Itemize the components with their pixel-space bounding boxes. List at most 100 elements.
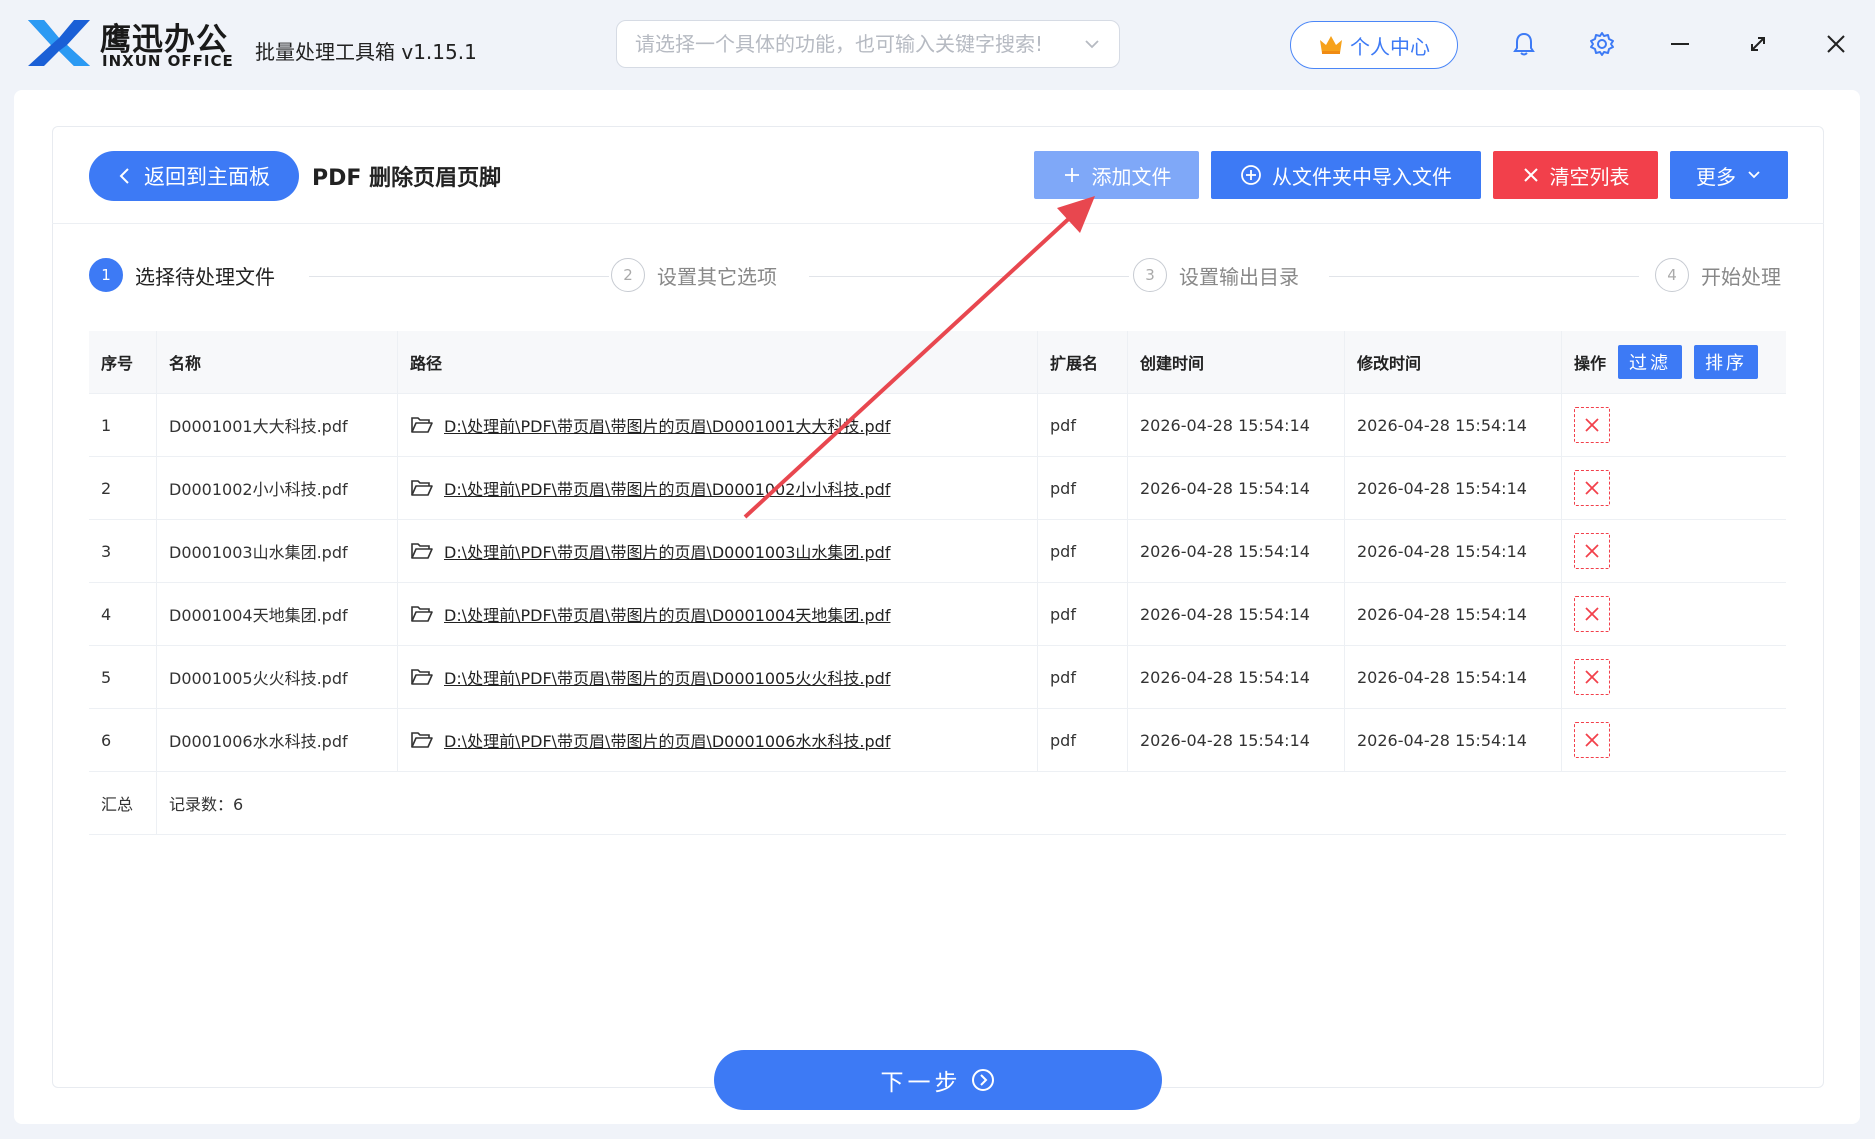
arrow-right-circle-icon: [971, 1069, 994, 1091]
file-path-cell: D:\处理前\PDF\带页眉\带图片的页眉\D0001003山水集团.pdf: [398, 520, 1038, 582]
chevron-down-icon: [1748, 171, 1760, 179]
plus-circle-icon: [1241, 165, 1261, 185]
minimize-icon[interactable]: [1666, 30, 1694, 58]
header-created: 创建时间: [1128, 331, 1345, 393]
step-label: 选择待处理文件: [135, 264, 275, 289]
step-number: 3: [1133, 258, 1167, 292]
delete-row-button[interactable]: [1574, 596, 1610, 632]
brand-subtitle: INXUN OFFICE: [102, 52, 234, 70]
file-ext: pdf: [1038, 520, 1128, 582]
table-row: 6 D0001006水水科技.pdf D:\处理前\PDF\带页眉\带图片的页眉…: [89, 709, 1786, 772]
user-center-label: 个人中心: [1350, 34, 1430, 59]
delete-x-icon: [1585, 670, 1599, 684]
table-row: 1 D0001001大大科技.pdf D:\处理前\PDF\带页眉\带图片的页眉…: [89, 394, 1786, 457]
table-row: 4 D0001004天地集团.pdf D:\处理前\PDF\带页眉\带图片的页眉…: [89, 583, 1786, 646]
file-name: D0001006水水科技.pdf: [157, 709, 398, 771]
modified-time: 2026-04-28 15:54:14: [1345, 394, 1562, 456]
delete-x-icon: [1585, 544, 1599, 558]
clear-list-label: 清空列表: [1549, 164, 1630, 189]
file-path-link[interactable]: D:\处理前\PDF\带页眉\带图片的页眉\D0001001大大科技.pdf: [444, 413, 890, 437]
plus-icon: [1064, 168, 1079, 182]
more-label: 更多: [1696, 164, 1736, 189]
chevron-down-icon[interactable]: [1083, 35, 1101, 53]
created-time: 2026-04-28 15:54:14: [1128, 583, 1345, 645]
step-number: 2: [611, 258, 645, 292]
modified-time: 2026-04-28 15:54:14: [1345, 520, 1562, 582]
file-path-cell: D:\处理前\PDF\带页眉\带图片的页眉\D0001006水水科技.pdf: [398, 709, 1038, 771]
gear-icon[interactable]: [1588, 30, 1616, 58]
add-file-button[interactable]: 添加文件: [1034, 151, 1199, 199]
title-bar: 鹰迅办公 INXUN OFFICE 批量处理工具箱 v1.15.1 个人中心: [0, 0, 1875, 90]
table-row: 2 D0001002小小科技.pdf D:\处理前\PDF\带页眉\带图片的页眉…: [89, 457, 1786, 520]
step-2: 2 设置其它选项: [611, 258, 777, 292]
back-to-dashboard-button[interactable]: 返回到主面板: [89, 151, 299, 201]
step-1: 1 选择待处理文件: [89, 258, 275, 292]
delete-row-button[interactable]: [1574, 722, 1610, 758]
folder-open-icon[interactable]: [410, 667, 434, 687]
filter-button[interactable]: 过滤: [1618, 345, 1683, 379]
row-index: 4: [89, 583, 157, 645]
file-ext: pdf: [1038, 709, 1128, 771]
logo-x-icon: [28, 20, 90, 66]
step-indicator: 1 选择待处理文件 2 设置其它选项 3 设置输出目录 4 开始处理: [89, 258, 1789, 298]
delete-row-button[interactable]: [1574, 533, 1610, 569]
step-label: 设置其它选项: [657, 264, 777, 289]
file-ext: pdf: [1038, 457, 1128, 519]
file-path-link[interactable]: D:\处理前\PDF\带页眉\带图片的页眉\D0001003山水集团.pdf: [444, 539, 890, 563]
delete-x-icon: [1585, 481, 1599, 495]
table-row: 3 D0001003山水集团.pdf D:\处理前\PDF\带页眉\带图片的页眉…: [89, 520, 1786, 583]
delete-x-icon: [1585, 418, 1599, 432]
step-label: 开始处理: [1701, 264, 1781, 289]
feature-search[interactable]: [616, 20, 1120, 68]
summary-label: 汇总: [89, 772, 157, 834]
created-time: 2026-04-28 15:54:14: [1128, 646, 1345, 708]
file-path-link[interactable]: D:\处理前\PDF\带页眉\带图片的页眉\D0001005火火科技.pdf: [444, 665, 890, 689]
header-modified: 修改时间: [1345, 331, 1562, 393]
row-index: 6: [89, 709, 157, 771]
file-path-link[interactable]: D:\处理前\PDF\带页眉\带图片的页眉\D0001002小小科技.pdf: [444, 476, 890, 500]
created-time: 2026-04-28 15:54:14: [1128, 394, 1345, 456]
file-ext: pdf: [1038, 583, 1128, 645]
file-table: 序号 名称 路径 扩展名 创建时间 修改时间 操作 过滤 排序 1 D00010…: [89, 331, 1786, 835]
file-path-link[interactable]: D:\处理前\PDF\带页眉\带图片的页眉\D0001006水水科技.pdf: [444, 728, 890, 752]
file-path-cell: D:\处理前\PDF\带页眉\带图片的页眉\D0001005火火科技.pdf: [398, 646, 1038, 708]
folder-open-icon[interactable]: [410, 478, 434, 498]
search-input[interactable]: [635, 32, 1083, 56]
file-path-link[interactable]: D:\处理前\PDF\带页眉\带图片的页眉\D0001004天地集团.pdf: [444, 602, 890, 626]
table-header: 序号 名称 路径 扩展名 创建时间 修改时间 操作 过滤 排序: [89, 331, 1786, 394]
header-operation: 操作 过滤 排序: [1562, 331, 1786, 393]
chevron-left-icon: [119, 168, 129, 184]
file-ext: pdf: [1038, 646, 1128, 708]
file-path-cell: D:\处理前\PDF\带页眉\带图片的页眉\D0001001大大科技.pdf: [398, 394, 1038, 456]
app-title: 批量处理工具箱 v1.15.1: [255, 40, 477, 64]
folder-open-icon[interactable]: [410, 541, 434, 561]
folder-open-icon[interactable]: [410, 415, 434, 435]
sort-button[interactable]: 排序: [1694, 345, 1759, 379]
delete-row-button[interactable]: [1574, 659, 1610, 695]
file-name: D0001004天地集团.pdf: [157, 583, 398, 645]
step-connector: [809, 276, 1129, 277]
row-operations: [1562, 709, 1786, 771]
maximize-icon[interactable]: [1744, 30, 1772, 58]
next-step-button[interactable]: 下一步: [714, 1050, 1162, 1110]
close-icon[interactable]: [1822, 30, 1850, 58]
user-center-button[interactable]: 个人中心: [1290, 21, 1458, 69]
header-ext: 扩展名: [1038, 331, 1128, 393]
created-time: 2026-04-28 15:54:14: [1128, 709, 1345, 771]
page-title: PDF 删除页眉页脚: [312, 166, 502, 191]
folder-open-icon[interactable]: [410, 604, 434, 624]
clear-list-button[interactable]: 清空列表: [1493, 151, 1658, 199]
modified-time: 2026-04-28 15:54:14: [1345, 583, 1562, 645]
import-folder-button[interactable]: 从文件夹中导入文件: [1211, 151, 1481, 199]
header-op-label: 操作: [1574, 354, 1607, 373]
delete-row-button[interactable]: [1574, 407, 1610, 443]
file-path-cell: D:\处理前\PDF\带页眉\带图片的页眉\D0001004天地集团.pdf: [398, 583, 1038, 645]
delete-row-button[interactable]: [1574, 470, 1610, 506]
step-connector: [1329, 276, 1639, 277]
created-time: 2026-04-28 15:54:14: [1128, 520, 1345, 582]
bell-icon[interactable]: [1510, 30, 1538, 58]
folder-open-icon[interactable]: [410, 730, 434, 750]
table-row: 5 D0001005火火科技.pdf D:\处理前\PDF\带页眉\带图片的页眉…: [89, 646, 1786, 709]
more-button[interactable]: 更多: [1670, 151, 1788, 199]
delete-x-icon: [1585, 607, 1599, 621]
